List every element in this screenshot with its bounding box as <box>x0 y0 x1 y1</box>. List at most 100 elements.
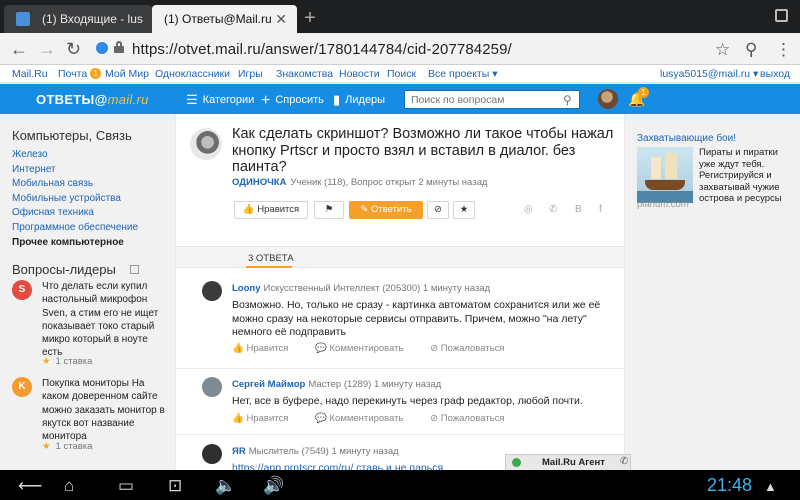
nav-leaders[interactable]: ▮ Лидеры <box>333 92 385 108</box>
author-meta: Ученик (118), Вопрос открыт 2 минуты наз… <box>290 177 488 188</box>
lock-icon <box>114 41 124 53</box>
menu-icon[interactable]: ⋮ <box>775 40 792 60</box>
ad-text[interactable]: Пираты и пиратки уже ждут тебя. Регистри… <box>699 147 795 205</box>
site-logo[interactable]: ОТВЕТЫ@mail.ru <box>36 92 149 107</box>
portal-link-dating[interactable]: Знакомства <box>276 68 333 80</box>
answer-time: 1 минуту назад <box>331 446 399 457</box>
agent-status-icon <box>512 458 521 467</box>
site-header: ОТВЕТЫ@mail.ru ☰ Категории + Спросить ▮ Лид… <box>0 84 800 114</box>
leader-stake: ★ 1 ставка <box>42 356 92 367</box>
search-icon[interactable]: ⚲ <box>563 93 572 107</box>
leaders-title: Вопросы-лидеры <box>12 262 116 277</box>
screenshot-icon[interactable]: ⊡ <box>168 476 182 496</box>
leader-question[interactable]: K Покупка мониторы На каком доверенном с… <box>12 377 172 467</box>
back-icon[interactable]: ← <box>10 39 28 60</box>
nav-categories[interactable]: ☰ Категории <box>186 92 254 108</box>
question-panel: Как сделать скриншот? Возможно ли такое … <box>176 114 624 470</box>
answer-button[interactable]: ✎ Ответить <box>349 201 423 219</box>
portal-link-news[interactable]: Новости <box>339 68 380 80</box>
tab-title: (1) Ответы@Mail.ru <box>164 12 272 26</box>
report-action[interactable]: ⊘ Пожаловаться <box>430 413 516 424</box>
author-name[interactable]: ОДИНОЧКА <box>232 177 286 188</box>
leader-question-text[interactable]: Что делать если купил настольный микрофо… <box>42 280 167 360</box>
like-button[interactable]: 👍 Нравится <box>234 201 308 219</box>
like-action[interactable]: 👍 Нравится <box>232 343 300 354</box>
forward-icon[interactable]: → <box>38 39 56 60</box>
user-avatar[interactable] <box>598 89 618 109</box>
ok-share-icon[interactable]: ✆ <box>549 204 557 215</box>
block-button[interactable]: ⊘ <box>427 201 449 219</box>
close-tab-icon[interactable]: ✕ <box>275 11 287 28</box>
window-control-icon[interactable] <box>775 9 788 22</box>
fb-share-icon[interactable]: f <box>599 204 602 215</box>
user-email[interactable]: lusya5015@mail.ru ▾ <box>660 68 758 80</box>
answer-meta: Сергей Маймор Мастер (1289) 1 минуту наза… <box>232 379 441 390</box>
vk-share-icon[interactable]: В <box>575 204 582 215</box>
bookmark-button[interactable]: ⚑ <box>314 201 344 219</box>
action-label: Пожаловаться <box>440 343 505 354</box>
divider <box>176 434 624 435</box>
answer-author[interactable]: Loony <box>232 283 261 294</box>
answer-avatar[interactable] <box>202 377 222 397</box>
portal-link-ok[interactable]: Одноклассники <box>155 68 230 80</box>
ad-image[interactable] <box>637 147 693 203</box>
volume-up-icon[interactable]: 🔊 <box>263 476 284 496</box>
recent-apps-icon[interactable]: ▭ <box>118 476 134 496</box>
tab-answers[interactable]: (1) Ответы@Mail.ru ✕ <box>152 5 297 33</box>
ad-title[interactable]: Захватывающие бои! <box>637 133 736 144</box>
new-tab-icon[interactable]: + <box>295 7 325 31</box>
category-title: Компьютеры, Связь <box>12 128 132 143</box>
star-icon[interactable]: ☆ <box>715 40 730 60</box>
leader-stake: ★ 1 ставка <box>42 441 92 452</box>
category-link[interactable]: Железо <box>12 148 138 163</box>
category-link[interactable]: Офисная техника <box>12 206 138 221</box>
logout-link[interactable]: выход <box>760 68 790 80</box>
phone-icon[interactable]: ✆ <box>620 456 628 467</box>
portal-link-mail[interactable]: Почта 1 <box>58 68 102 80</box>
comment-action[interactable]: 💬 Комментировать <box>315 413 415 424</box>
mail-share-icon[interactable]: ◎ <box>524 204 533 215</box>
answer-author[interactable]: Сергей Маймор <box>232 379 305 390</box>
answer-item: Loony Искусственный Интеллект (205300) 1 … <box>176 281 624 361</box>
mail-favicon-icon <box>16 12 30 26</box>
leader-question[interactable]: S Что делать если купил настольный микро… <box>12 280 172 380</box>
search-input[interactable] <box>404 90 580 109</box>
question-meta: ОДИНОЧКА Ученик (118), Вопрос открыт 2 ми… <box>232 177 487 188</box>
ad-source[interactable]: plarium.com <box>637 199 689 210</box>
star-button[interactable]: ★ <box>453 201 475 219</box>
tab-answers-count[interactable]: 3 ОТВЕТА <box>248 253 294 264</box>
url-field[interactable]: https://otvet.mail.ru/answer/1780144784/… <box>132 41 512 58</box>
portal-link-games[interactable]: Игры <box>238 68 263 80</box>
nav-ask[interactable]: + Спросить <box>261 92 324 110</box>
category-link[interactable]: Интернет <box>12 163 138 178</box>
screen: (1) Входящие - lus (1) Ответы@Mail.ru ✕ … <box>0 0 800 500</box>
answer-author[interactable]: ЯR <box>232 446 246 457</box>
portal-link-mailru[interactable]: Mail.Ru <box>12 68 48 80</box>
tab-inbox[interactable]: (1) Входящие - lus <box>4 5 152 33</box>
leader-question-text[interactable]: Покупка мониторы На каком доверенном сай… <box>42 377 167 443</box>
answer-actions: 👍 Нравится 💬 Комментировать ⊘ Пожаловать… <box>232 343 529 354</box>
author-avatar[interactable] <box>190 128 222 160</box>
back-icon[interactable]: ⟵ <box>18 476 42 496</box>
category-link[interactable]: Мобильные устройства <box>12 192 138 207</box>
category-link[interactable]: Мобильная связь <box>12 177 138 192</box>
portal-link-myworld[interactable]: Мой Мир <box>105 68 149 80</box>
site-favicon-icon <box>96 42 108 54</box>
mail-agent-bar[interactable]: Mail.Ru Агент ✆ <box>505 454 631 470</box>
logo-text: ОТВЕТЫ@ <box>36 92 108 107</box>
volume-down-icon[interactable]: 🔈 <box>215 476 236 496</box>
mail-badge: 1 <box>90 68 102 79</box>
report-action[interactable]: ⊘ Пожаловаться <box>430 343 516 354</box>
collapse-icon[interactable] <box>130 265 139 274</box>
reload-icon[interactable]: ↻ <box>66 39 81 60</box>
leader-avatar: S <box>12 280 32 300</box>
comment-action[interactable]: 💬 Комментировать <box>315 343 415 354</box>
answer-avatar[interactable] <box>202 444 222 464</box>
portal-link-search[interactable]: Поиск <box>387 68 416 80</box>
like-action[interactable]: 👍 Нравится <box>232 413 300 424</box>
category-link[interactable]: Программное обеспечение <box>12 221 138 236</box>
answer-avatar[interactable] <box>202 281 222 301</box>
home-icon[interactable]: ⌂ <box>64 476 74 496</box>
search-icon[interactable]: ⚲ <box>745 40 757 60</box>
portal-link-all-projects[interactable]: Все проекты ▾ <box>428 68 497 80</box>
